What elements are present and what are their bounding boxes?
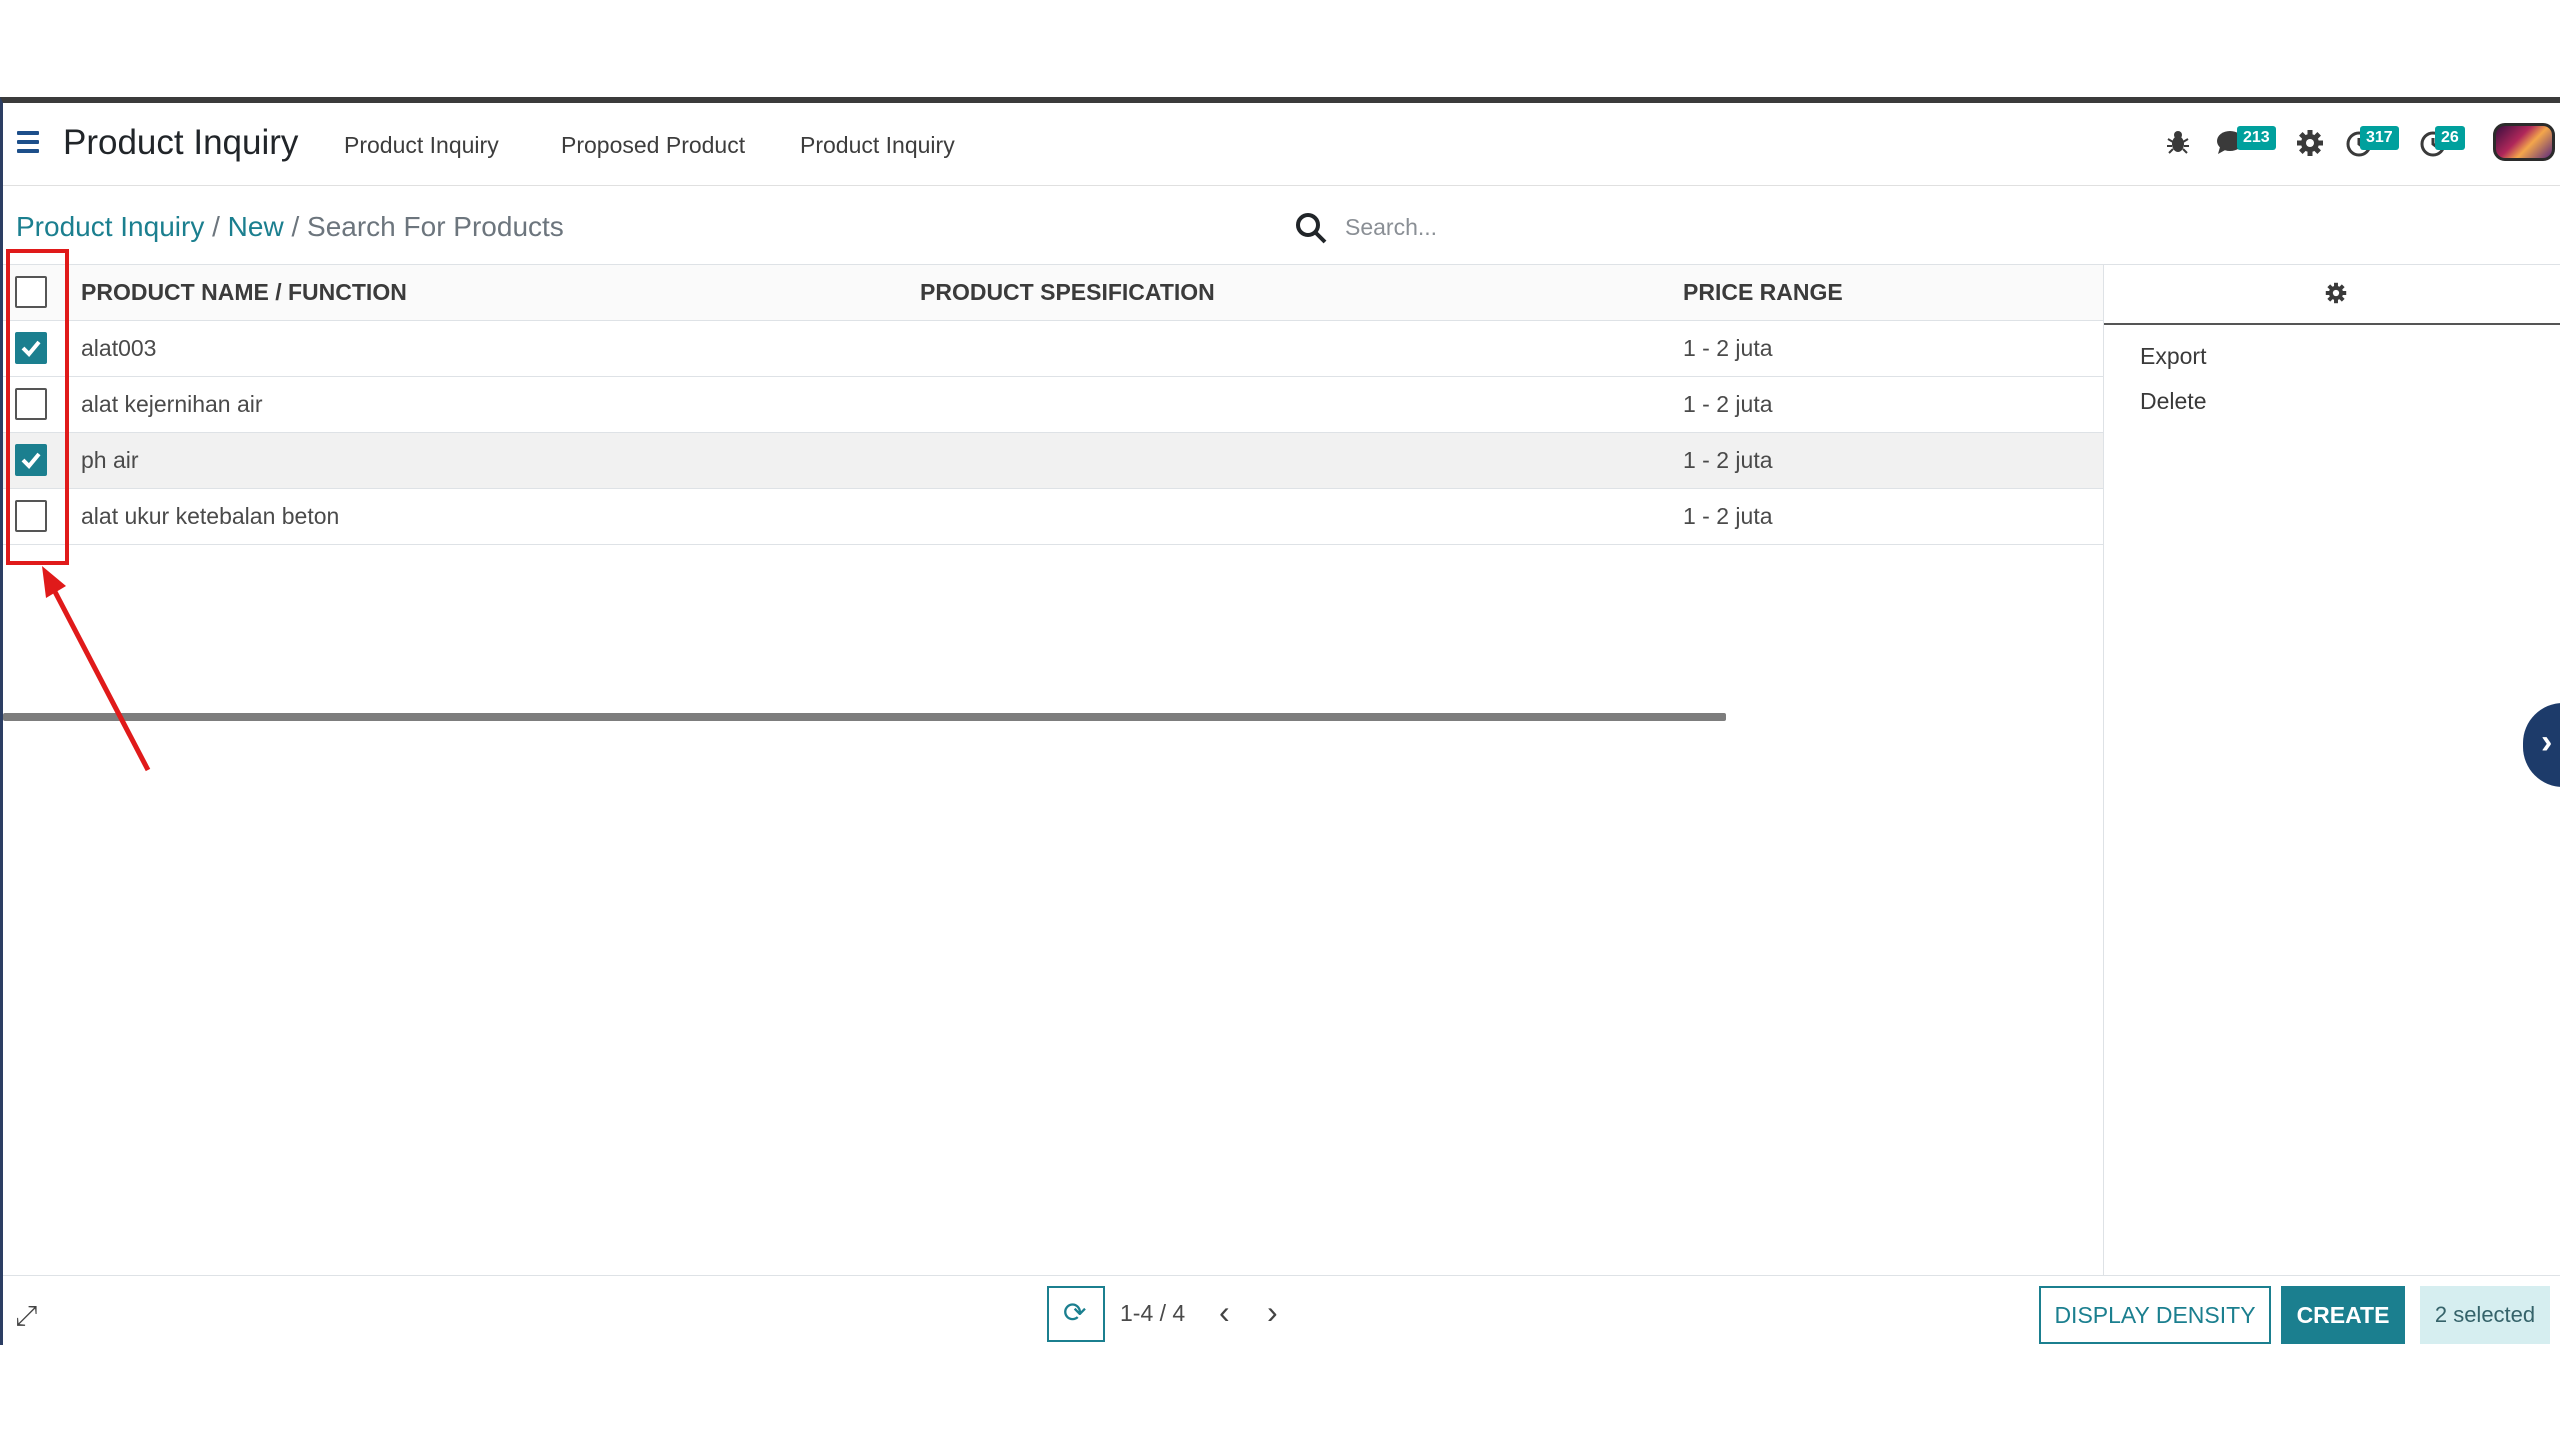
chevron-right-icon: ›	[2541, 723, 2553, 761]
search-icon	[1295, 212, 1327, 249]
user-avatar[interactable]	[2493, 123, 2555, 161]
table-row[interactable]: alat ukur ketebalan beton 1 - 2 juta	[3, 489, 2103, 545]
menu-item-product-inquiry[interactable]: Product Inquiry	[344, 132, 499, 159]
product-name-cell: ph air	[81, 447, 139, 473]
messages-badge: 213	[2237, 126, 2276, 150]
bug-icon[interactable]	[2166, 129, 2190, 161]
pager-previous-icon[interactable]: ‹	[1219, 1294, 1230, 1331]
price-range-cell: 1 - 2 juta	[1683, 503, 1773, 529]
app-title: Product Inquiry	[63, 123, 299, 162]
control-panel: Product Inquiry / New / Search For Produ…	[3, 186, 2560, 265]
menu-item-product-inquiry-2[interactable]: Product Inquiry	[800, 132, 955, 159]
expand-icon[interactable]: ⤢	[15, 1300, 37, 1333]
table-row[interactable]: ph air 1 - 2 juta	[3, 433, 2103, 489]
column-header-price-range[interactable]: PRICE RANGE	[1683, 279, 1843, 306]
breadcrumb-new[interactable]: New	[228, 211, 284, 242]
app-window: Product Inquiry Product Inquiry Proposed…	[0, 97, 2560, 1345]
table-header: PRODUCT NAME / FUNCTION PRODUCT SPESIFIC…	[3, 265, 2103, 321]
price-range-cell: 1 - 2 juta	[1683, 391, 1773, 417]
side-panel-header	[2104, 265, 2560, 325]
breadcrumb-separator: /	[212, 211, 220, 242]
product-name-cell: alat ukur ketebalan beton	[81, 503, 340, 529]
product-name-cell: alat kejernihan air	[81, 391, 263, 417]
clock-badge: 26	[2435, 126, 2465, 150]
column-header-specification[interactable]: PRODUCT SPESIFICATION	[920, 279, 1215, 306]
search-input[interactable]	[1343, 206, 2047, 248]
create-button[interactable]: CREATE	[2281, 1286, 2405, 1344]
pager-value[interactable]: 1-4 / 4	[1120, 1300, 1185, 1327]
table-row[interactable]: alat003 1 - 2 juta	[3, 321, 2103, 377]
settings-gear-icon[interactable]	[2296, 129, 2324, 163]
refresh-button[interactable]: ⟳	[1047, 1286, 1105, 1342]
price-range-cell: 1 - 2 juta	[1683, 335, 1773, 361]
footer-bar: ⤢ ⟳ 1-4 / 4 ‹ › DISPLAY DENSITY CREATE 2…	[3, 1275, 2560, 1345]
table-row[interactable]: alat kejernihan air 1 - 2 juta	[3, 377, 2103, 433]
action-side-panel: Export Delete	[2103, 265, 2560, 1283]
breadcrumb-product-inquiry[interactable]: Product Inquiry	[16, 211, 204, 242]
horizontal-scrollbar[interactable]	[3, 713, 1726, 721]
activity-badge: 317	[2360, 126, 2399, 150]
menu-item-proposed-product[interactable]: Proposed Product	[561, 132, 745, 159]
product-name-cell: alat003	[81, 335, 157, 361]
export-action[interactable]: Export	[2140, 343, 2206, 370]
selection-count-badge: 2 selected	[2420, 1286, 2550, 1344]
action-gear-icon[interactable]	[2325, 282, 2347, 309]
breadcrumb-current: Search For Products	[307, 211, 564, 242]
breadcrumb-separator: /	[291, 211, 300, 242]
delete-action[interactable]: Delete	[2140, 388, 2206, 415]
column-header-name[interactable]: PRODUCT NAME / FUNCTION	[81, 279, 407, 306]
menu-toggle-icon[interactable]	[17, 131, 39, 155]
breadcrumb: Product Inquiry / New / Search For Produ…	[16, 211, 564, 243]
refresh-icon: ⟳	[1063, 1297, 1087, 1328]
annotation-highlight-box	[6, 249, 69, 565]
pager-next-icon[interactable]: ›	[1267, 1294, 1278, 1331]
top-navbar: Product Inquiry Product Inquiry Proposed…	[3, 103, 2560, 186]
display-density-button[interactable]: DISPLAY DENSITY	[2039, 1286, 2271, 1344]
price-range-cell: 1 - 2 juta	[1683, 447, 1773, 473]
annotation-arrow	[30, 560, 160, 785]
